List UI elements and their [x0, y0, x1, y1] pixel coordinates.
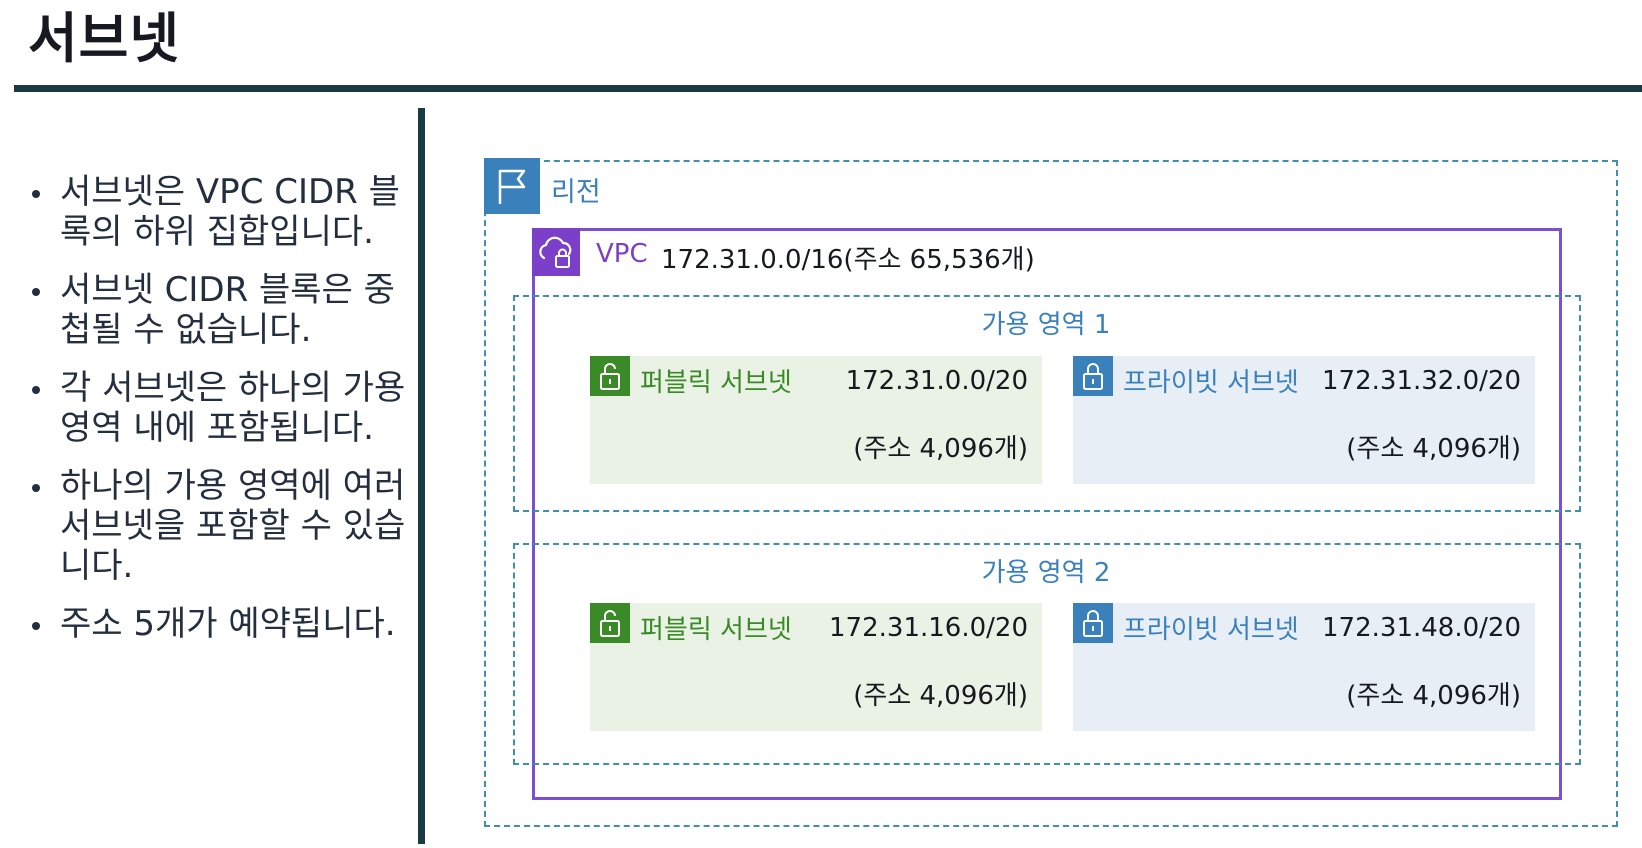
subnet-name: 프라이빗 서브넷: [1123, 368, 1299, 398]
subnet-cidr: 172.31.48.0/20: [1322, 613, 1521, 643]
subnet-address-count: (주소 4,096개): [853, 434, 1028, 464]
unlock-icon: [590, 603, 630, 643]
subnet-address-count: (주소 4,096개): [1346, 434, 1521, 464]
subnet-name: 프라이빗 서브넷: [1123, 615, 1299, 645]
subnet-cidr: 172.31.16.0/20: [829, 613, 1028, 643]
region-label: 리전: [551, 177, 601, 208]
availability-zone-label: 가용 영역 1: [981, 310, 1111, 340]
availability-zone-label: 가용 영역 2: [981, 558, 1111, 588]
vpc-cidr: 172.31.0.0/16(주소 65,536개): [661, 245, 1035, 275]
vertical-divider: [418, 108, 425, 844]
subnet-name: 퍼블릭 서브넷: [640, 368, 792, 398]
bullet-item: 서브넷 CIDR 블록은 중첩될 수 없습니다.: [26, 270, 416, 350]
subnet-name: 퍼블릭 서브넷: [640, 615, 792, 645]
subnet-cidr: 172.31.0.0/20: [845, 366, 1028, 396]
lock-icon: [1073, 603, 1113, 643]
public-subnet-2: 퍼블릭 서브넷 172.31.16.0/20 (주소 4,096개): [590, 603, 1042, 731]
unlock-icon: [590, 356, 630, 396]
subnet-address-count: (주소 4,096개): [1346, 681, 1521, 711]
flag-icon: [484, 158, 540, 214]
title-divider: [14, 85, 1642, 92]
private-subnet-1: 프라이빗 서브넷 172.31.32.0/20 (주소 4,096개): [1073, 356, 1535, 484]
page-title: 서브넷: [28, 7, 181, 70]
vpc-label: VPC: [596, 239, 648, 269]
bullet-item: 하나의 가용 영역에 여러 서브넷을 포함할 수 있습니다.: [26, 466, 416, 586]
bullet-list: 서브넷은 VPC CIDR 블록의 하위 집합입니다. 서브넷 CIDR 블록은…: [26, 172, 416, 662]
subnet-address-count: (주소 4,096개): [853, 681, 1028, 711]
bullet-item: 주소 5개가 예약됩니다.: [26, 604, 416, 644]
private-subnet-2: 프라이빗 서브넷 172.31.48.0/20 (주소 4,096개): [1073, 603, 1535, 731]
cloud-lock-icon: [532, 228, 580, 276]
bullet-item: 서브넷은 VPC CIDR 블록의 하위 집합입니다.: [26, 172, 416, 252]
subnet-cidr: 172.31.32.0/20: [1322, 366, 1521, 396]
bullet-item: 각 서브넷은 하나의 가용 영역 내에 포함됩니다.: [26, 368, 416, 448]
lock-icon: [1073, 356, 1113, 396]
public-subnet-1: 퍼블릭 서브넷 172.31.0.0/20 (주소 4,096개): [590, 356, 1042, 484]
